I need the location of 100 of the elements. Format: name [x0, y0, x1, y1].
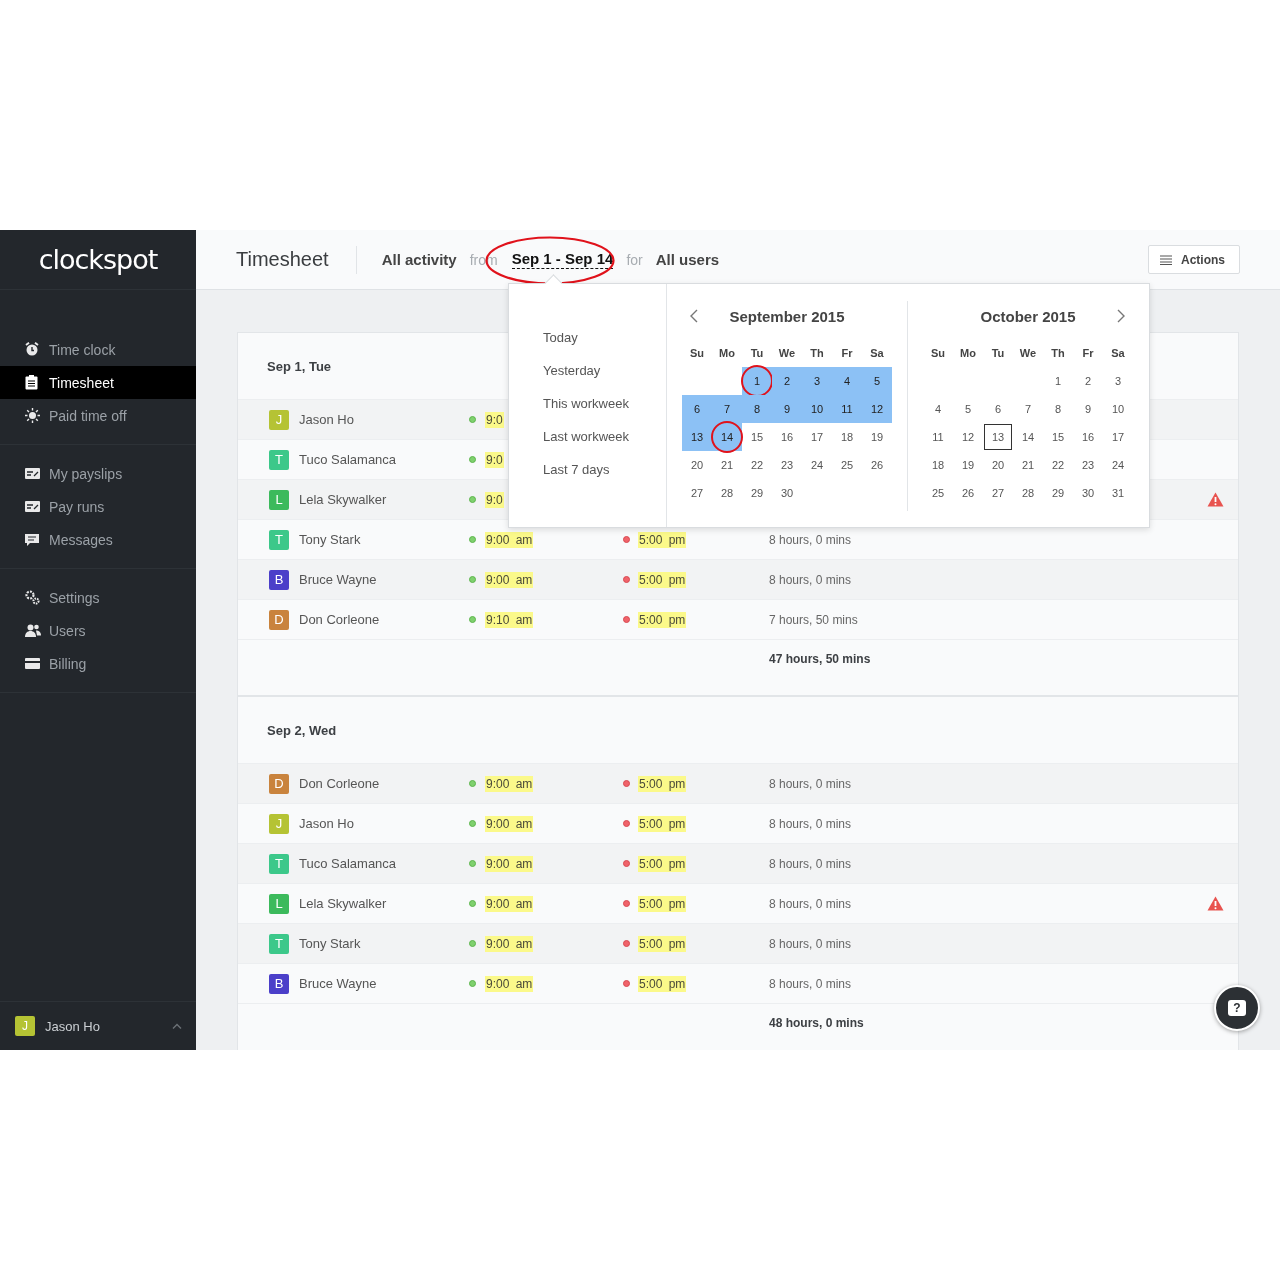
- calendar-day[interactable]: 11: [923, 423, 953, 451]
- calendar-day[interactable]: 1: [742, 367, 772, 395]
- nav-item[interactable]: Pay runs: [0, 490, 196, 523]
- calendar-day[interactable]: 2: [1073, 367, 1103, 395]
- calendar-day[interactable]: 17: [1103, 423, 1133, 451]
- preset-option[interactable]: Today: [543, 330, 666, 363]
- calendar-day[interactable]: 28: [712, 479, 742, 507]
- warning-icon[interactable]: [1206, 492, 1224, 507]
- nav-item[interactable]: Settings: [0, 581, 196, 614]
- calendar-day[interactable]: 8: [742, 395, 772, 423]
- nav-item[interactable]: Users: [0, 614, 196, 647]
- clock-out-dot: [623, 980, 630, 987]
- calendar-day[interactable]: 1: [1043, 367, 1073, 395]
- calendar-day[interactable]: 25: [832, 451, 862, 479]
- calendar-day[interactable]: 4: [923, 395, 953, 423]
- preset-option[interactable]: Yesterday: [543, 363, 666, 396]
- preset-option[interactable]: Last 7 days: [543, 462, 666, 495]
- calendar-day[interactable]: 7: [1013, 395, 1043, 423]
- calendar-day[interactable]: 26: [953, 479, 983, 507]
- activity-filter[interactable]: All activity: [381, 251, 457, 268]
- calendar-day[interactable]: 7: [712, 395, 742, 423]
- calendar-day[interactable]: 21: [712, 451, 742, 479]
- nav-item[interactable]: Time clock: [0, 333, 196, 366]
- user-avatar: L: [269, 893, 289, 914]
- calendar-day[interactable]: 24: [802, 451, 832, 479]
- clock-out-time: 5:00 pm: [638, 816, 687, 832]
- calendar-day[interactable]: 22: [742, 451, 772, 479]
- calendar-day[interactable]: 15: [1043, 423, 1073, 451]
- calendar-day[interactable]: 16: [1073, 423, 1103, 451]
- calendar-day[interactable]: 23: [772, 451, 802, 479]
- calendar-day[interactable]: 6: [682, 395, 712, 423]
- calendar-day[interactable]: 3: [1103, 367, 1133, 395]
- sun-icon: [25, 408, 40, 423]
- calendar-day[interactable]: 4: [832, 367, 862, 395]
- actions-button[interactable]: Actions: [1148, 245, 1240, 274]
- calendar-day[interactable]: 12: [862, 395, 892, 423]
- users-filter[interactable]: All users: [655, 251, 720, 268]
- calendar-day[interactable]: 10: [1103, 395, 1133, 423]
- calendar-day[interactable]: 19: [953, 451, 983, 479]
- user-name[interactable]: Jason Ho: [45, 1018, 162, 1034]
- preset-option[interactable]: Last workweek: [543, 429, 666, 462]
- users-icon: [25, 624, 41, 637]
- calendar-day[interactable]: 8: [1043, 395, 1073, 423]
- user-avatar: J: [269, 813, 289, 834]
- calendar-day[interactable]: 19: [862, 423, 892, 451]
- calendar-day[interactable]: 2: [772, 367, 802, 395]
- calendar-day[interactable]: 26: [862, 451, 892, 479]
- calendar-day[interactable]: 3: [802, 367, 832, 395]
- warning-icon[interactable]: [1206, 896, 1224, 911]
- calendar-day[interactable]: 29: [1043, 479, 1073, 507]
- calendar-day[interactable]: 5: [953, 395, 983, 423]
- calendar-day[interactable]: 5: [862, 367, 892, 395]
- nav-item[interactable]: Messages: [0, 523, 196, 556]
- day-title: Sep 1, Tue: [267, 358, 332, 374]
- calendar-day[interactable]: 13: [983, 423, 1013, 451]
- calendar-day[interactable]: 30: [1073, 479, 1103, 507]
- calendar-day[interactable]: 28: [1013, 479, 1043, 507]
- clock-in-time: 9:00 am: [485, 572, 534, 588]
- nav-item[interactable]: Paid time off: [0, 399, 196, 432]
- calendar-day[interactable]: 11: [832, 395, 862, 423]
- clock-in-dot: [469, 616, 476, 623]
- calendar-day[interactable]: 20: [983, 451, 1013, 479]
- clock-in-time: 9:0: [485, 492, 504, 508]
- calendar-day[interactable]: 24: [1103, 451, 1133, 479]
- employee-name: Tony Stark: [299, 936, 362, 951]
- calendar-day[interactable]: 17: [802, 423, 832, 451]
- calendar-day[interactable]: 27: [682, 479, 712, 507]
- calendar-day[interactable]: 29: [742, 479, 772, 507]
- duration: 8 hours, 0 mins: [769, 817, 852, 831]
- calendar-day[interactable]: 13: [682, 423, 712, 451]
- next-month-icon[interactable]: [1117, 309, 1125, 323]
- calendar-day[interactable]: 9: [1073, 395, 1103, 423]
- calendar-day[interactable]: 18: [832, 423, 862, 451]
- calendar-day[interactable]: 16: [772, 423, 802, 451]
- calendar-day[interactable]: 14: [712, 423, 742, 451]
- calendar-day[interactable]: 25: [923, 479, 953, 507]
- caret-up-icon[interactable]: [172, 1023, 182, 1029]
- calendar-day[interactable]: 10: [802, 395, 832, 423]
- calendar-day[interactable]: 22: [1043, 451, 1073, 479]
- calendar-day[interactable]: 27: [983, 479, 1013, 507]
- calendar-day[interactable]: 6: [983, 395, 1013, 423]
- preset-option[interactable]: This workweek: [543, 396, 666, 429]
- nav-item[interactable]: My payslips: [0, 457, 196, 490]
- calendar-day[interactable]: 20: [682, 451, 712, 479]
- previous-month-icon[interactable]: [690, 309, 698, 323]
- calendar-day[interactable]: 30: [772, 479, 802, 507]
- calendar-day[interactable]: 31: [1103, 479, 1133, 507]
- clock-in-time: 9:00 am: [485, 976, 534, 992]
- help-button[interactable]: ?: [1214, 985, 1260, 1031]
- calendar-day[interactable]: 21: [1013, 451, 1043, 479]
- calendar-day[interactable]: 9: [772, 395, 802, 423]
- employee-name: Tuco Salamanca: [299, 452, 398, 467]
- calendar-day[interactable]: 18: [923, 451, 953, 479]
- calendar-day[interactable]: 14: [1013, 423, 1043, 451]
- calendar-day[interactable]: 23: [1073, 451, 1103, 479]
- nav-item[interactable]: Timesheet: [0, 366, 196, 399]
- calendar-day[interactable]: 15: [742, 423, 772, 451]
- calendar-day[interactable]: 12: [953, 423, 983, 451]
- nav-item[interactable]: Billing: [0, 647, 196, 680]
- clock-out-time: 5:00 pm: [638, 612, 687, 628]
